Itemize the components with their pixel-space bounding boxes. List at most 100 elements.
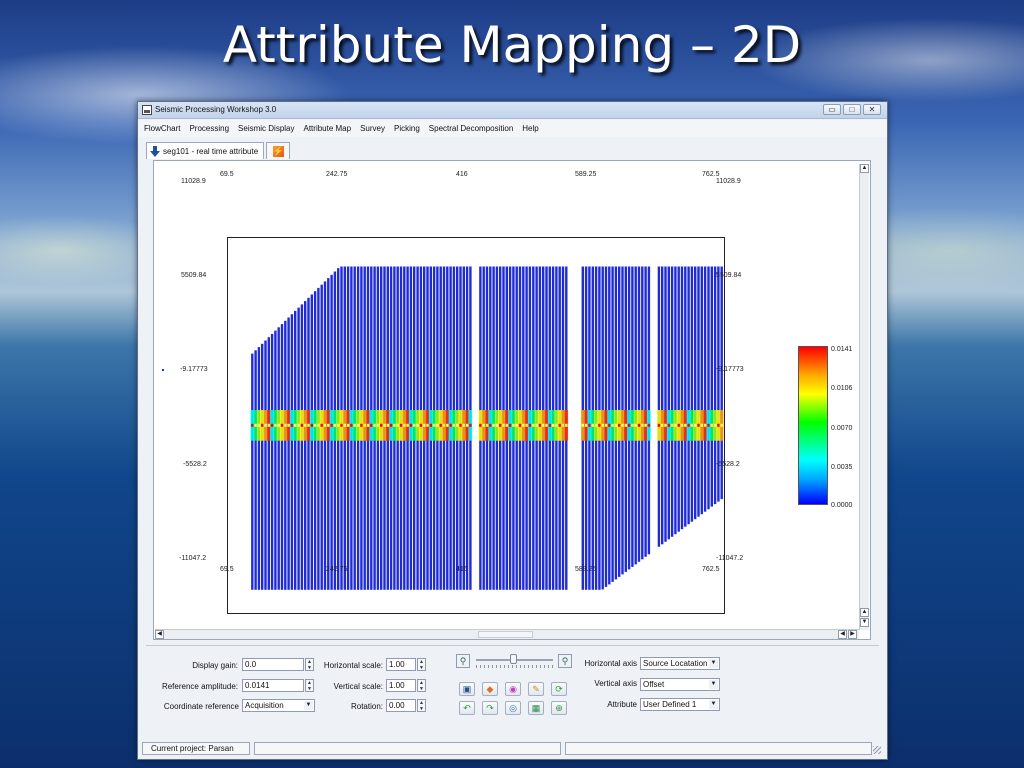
- x-tick-bottom: 762.5: [702, 566, 720, 573]
- display-gain-label: Display gain:: [192, 661, 238, 670]
- chevron-down-icon: ▼: [709, 700, 718, 709]
- scroll-left-icon[interactable]: ◀: [838, 630, 847, 639]
- menu-flowchart[interactable]: FlowChart: [144, 124, 180, 133]
- window-title: Seismic Processing Workshop 3.0: [155, 105, 277, 114]
- add-icon[interactable]: ⊕: [551, 701, 567, 715]
- y-tick-right: -5528.2: [716, 461, 740, 468]
- vertical-scale-field[interactable]: 1.00: [386, 679, 416, 692]
- y-tick-right: 5509.84: [716, 272, 742, 279]
- map-icon[interactable]: ▦: [528, 701, 544, 715]
- x-tick-bottom: 416: [456, 566, 468, 573]
- display-gain-stepper[interactable]: ▲ ▼: [305, 658, 314, 671]
- status-segment: [254, 742, 561, 755]
- y-tick-left: 5509.84: [181, 272, 207, 279]
- y-tick-left: -11047.2: [179, 555, 207, 562]
- x-tick-bottom: 242.75: [326, 566, 348, 573]
- scroll-up-icon[interactable]: ▲: [860, 608, 869, 617]
- vertical-axis-label: Vertical axis: [594, 679, 637, 688]
- layers-icon[interactable]: ◆: [482, 682, 498, 696]
- attribute-select[interactable]: User Defined 1 ▼: [640, 698, 720, 711]
- display-gain-field[interactable]: 0.0: [242, 658, 304, 671]
- horizontal-scrollbar[interactable]: ◀ ◀ ▶: [155, 629, 859, 639]
- menu-bar: FlowChart Processing Seismic Display Att…: [138, 120, 887, 137]
- scroll-left-icon[interactable]: ◀: [155, 630, 164, 639]
- refresh-icon[interactable]: ⟳: [551, 682, 567, 696]
- zoom-out-icon[interactable]: ⚲: [456, 654, 470, 668]
- colorbar-label: 0.0035: [831, 464, 853, 471]
- vertical-scale-label: Vertical scale:: [333, 682, 383, 691]
- menu-attribute-map[interactable]: Attribute Map: [304, 124, 352, 133]
- document-tabs: seg101 - real time attribute ⚡: [146, 142, 291, 160]
- close-button[interactable]: ✕: [863, 104, 881, 115]
- x-tick-top: 762.5: [702, 171, 720, 178]
- title-bar: Seismic Processing Workshop 3.0 ▭ □ ✕: [138, 102, 887, 119]
- y-tick-left: -5528.2: [183, 461, 207, 468]
- zoom-slider-ticks: [476, 665, 553, 668]
- x-tick-top: 589.25: [575, 171, 597, 178]
- rotation-label: Rotation:: [350, 702, 383, 711]
- plot-area: 69.5 242.75 416 589.25 762.5 69.5 242.75…: [153, 160, 871, 640]
- coordinate-reference-label: Coordinate reference: [163, 702, 239, 711]
- status-bar: Current project: Parsan: [142, 742, 883, 756]
- chevron-down-icon: ▼: [709, 659, 718, 668]
- redo-icon[interactable]: ↷: [482, 701, 498, 715]
- maximize-button[interactable]: □: [843, 104, 861, 115]
- tab-seg101[interactable]: seg101 - real time attribute: [146, 142, 265, 159]
- minimize-button[interactable]: ▭: [823, 104, 841, 115]
- coordinate-reference-select[interactable]: Acquisition ▼: [242, 699, 315, 712]
- menu-spectral-decomposition[interactable]: Spectral Decomposition: [429, 124, 513, 133]
- x-tick-top: 69.5: [220, 171, 234, 178]
- colorbar-label: 0.0106: [831, 385, 853, 392]
- reference-amplitude-stepper[interactable]: ▲ ▼: [305, 679, 314, 692]
- menu-help[interactable]: Help: [522, 124, 538, 133]
- current-project-status: Current project: Parsan: [142, 742, 250, 755]
- horizontal-scale-stepper[interactable]: ▲ ▼: [417, 658, 426, 671]
- rotation-stepper[interactable]: ▲ ▼: [417, 699, 426, 712]
- x-tick-top: 416: [456, 171, 468, 178]
- horizontal-scroll-thumb[interactable]: [478, 631, 533, 638]
- menu-processing[interactable]: Processing: [189, 124, 229, 133]
- app-icon: [142, 105, 152, 115]
- vertical-scale-stepper[interactable]: ▲ ▼: [417, 679, 426, 692]
- chevron-down-icon: ▼: [304, 701, 313, 710]
- reference-amplitude-field[interactable]: 0.0141: [242, 679, 304, 692]
- scroll-down-icon[interactable]: ▼: [860, 618, 869, 627]
- vertical-scrollbar[interactable]: ▲ ▲ ▼: [859, 164, 869, 630]
- tab-label: seg101 - real time attribute: [163, 146, 259, 156]
- vertical-axis-value: Offset: [643, 680, 665, 689]
- x-tick-top: 242.75: [326, 171, 348, 178]
- menu-seismic-display[interactable]: Seismic Display: [238, 124, 294, 133]
- resize-grip[interactable]: [873, 746, 881, 754]
- pencil-icon[interactable]: ✎: [528, 682, 544, 696]
- palette-icon[interactable]: ◉: [505, 682, 521, 696]
- rotation-field[interactable]: 0.00: [386, 699, 416, 712]
- separator: [146, 645, 879, 646]
- horizontal-axis-label: Horizontal axis: [584, 659, 637, 668]
- vertical-axis-select[interactable]: Offset ▼: [640, 678, 720, 691]
- undo-icon[interactable]: ↶: [459, 701, 475, 715]
- menu-survey[interactable]: Survey: [360, 124, 385, 133]
- colorbar: [798, 346, 828, 505]
- colorbar-label: 0.0070: [831, 425, 853, 432]
- horizontal-scale-field[interactable]: 1.00: [386, 658, 416, 671]
- globe-icon[interactable]: ◎: [505, 701, 521, 715]
- tab-new[interactable]: ⚡: [266, 142, 291, 159]
- plugin-icon: ⚡: [272, 145, 284, 157]
- y-tick-right: -11047.2: [716, 555, 744, 562]
- chevron-down-icon: ▼: [709, 680, 718, 689]
- cursor-marker: [162, 369, 164, 371]
- menu-picking[interactable]: Picking: [394, 124, 420, 133]
- zoom-in-icon[interactable]: ⚲: [558, 654, 572, 668]
- horizontal-axis-select[interactable]: Source Locatation ▼: [640, 657, 720, 670]
- download-arrow-icon: [150, 145, 160, 157]
- scroll-right-icon[interactable]: ▶: [848, 630, 857, 639]
- app-window: Seismic Processing Workshop 3.0 ▭ □ ✕ Fl…: [137, 101, 888, 760]
- zoom-slider-handle[interactable]: [510, 654, 517, 664]
- scroll-up-icon[interactable]: ▲: [860, 164, 869, 173]
- colorbar-label: 0.0141: [831, 346, 853, 353]
- x-tick-bottom: 69.5: [220, 566, 234, 573]
- image-icon[interactable]: ▣: [459, 682, 475, 696]
- horizontal-scale-label: Horizontal scale:: [323, 661, 383, 670]
- slide-title: Attribute Mapping – 2D: [222, 16, 802, 74]
- attribute-map-plot[interactable]: [227, 237, 725, 614]
